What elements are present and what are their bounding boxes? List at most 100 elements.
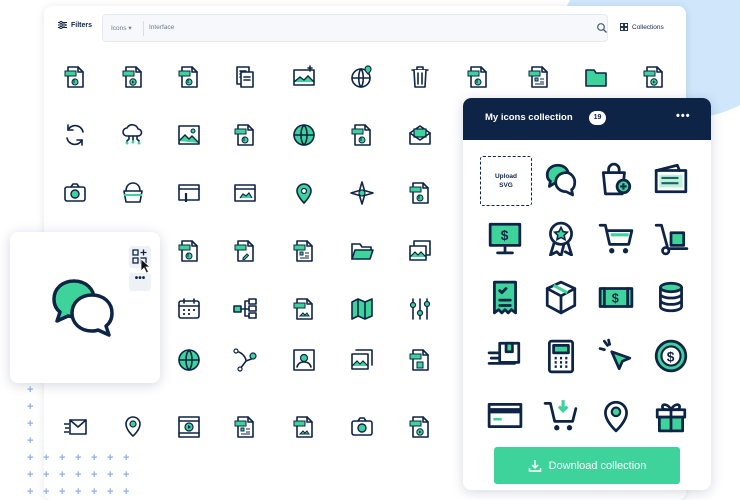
shopping-cart-icon[interactable] bbox=[598, 220, 634, 256]
folder-icon[interactable] bbox=[583, 64, 609, 90]
audio-file-icon[interactable] bbox=[176, 238, 202, 264]
vector-path-icon[interactable] bbox=[232, 347, 258, 373]
cash-icon[interactable]: $ bbox=[598, 279, 634, 315]
sliders-icon[interactable] bbox=[407, 296, 433, 322]
icon-preview-card: ••• bbox=[10, 232, 160, 383]
filters-label: Filters bbox=[71, 21, 93, 29]
toolbar: Filters Icons ▾ Interface Collections bbox=[44, 14, 686, 44]
browser-image-icon[interactable] bbox=[232, 180, 258, 206]
camera-icon[interactable] bbox=[349, 414, 375, 440]
globe-icon[interactable] bbox=[176, 347, 202, 373]
image-file-icon[interactable] bbox=[291, 414, 317, 440]
image-icon[interactable] bbox=[176, 122, 202, 148]
credit-card-icon[interactable] bbox=[487, 397, 523, 433]
dollar-circle-icon[interactable]: $ bbox=[653, 338, 689, 374]
plus-decoration: + bbox=[27, 452, 34, 464]
map-pin-icon[interactable] bbox=[291, 180, 317, 206]
wallet-icon[interactable] bbox=[653, 161, 689, 197]
document-chart-icon[interactable] bbox=[526, 64, 552, 90]
plus-decoration: + bbox=[75, 486, 82, 498]
download-collection-button[interactable]: Download collection bbox=[494, 447, 680, 484]
landscape-image-icon[interactable] bbox=[291, 64, 317, 90]
send-mail-icon[interactable] bbox=[62, 414, 88, 440]
collection-more-button[interactable]: ••• bbox=[676, 110, 691, 122]
hand-truck-icon[interactable] bbox=[653, 220, 689, 256]
audio-file-icon[interactable] bbox=[407, 180, 433, 206]
dollar-monitor-icon[interactable]: $ bbox=[487, 220, 523, 256]
search-input[interactable]: Interface bbox=[149, 24, 174, 31]
cloud-network-icon[interactable] bbox=[120, 122, 146, 148]
type-select[interactable]: Icons ▾ bbox=[111, 24, 132, 32]
plus-decoration: + bbox=[43, 469, 50, 481]
filters-button[interactable]: Filters bbox=[58, 21, 92, 29]
calculator-icon[interactable] bbox=[543, 338, 579, 374]
plus-decoration: + bbox=[43, 486, 50, 498]
collection-title: My icons collection bbox=[485, 112, 573, 123]
upload-svg-button[interactable]: Upload SVG bbox=[480, 156, 532, 206]
plus-decoration: + bbox=[123, 486, 130, 498]
folded-map-icon[interactable] bbox=[349, 296, 375, 322]
documents-icon[interactable] bbox=[232, 64, 258, 90]
mouse-cursor-icon bbox=[140, 258, 152, 274]
fast-delivery-icon[interactable] bbox=[487, 338, 523, 374]
edit-file-icon[interactable] bbox=[232, 238, 258, 264]
gift-icon[interactable] bbox=[653, 397, 689, 433]
collections-button[interactable]: Collections bbox=[620, 23, 664, 31]
plus-decoration: + bbox=[91, 452, 98, 464]
image-gallery-icon[interactable] bbox=[407, 238, 433, 264]
location-pin-icon[interactable] bbox=[120, 414, 146, 440]
chat-bubbles-icon[interactable] bbox=[543, 161, 579, 197]
document-chart-icon[interactable] bbox=[291, 238, 317, 264]
upload-label: Upload bbox=[494, 173, 518, 180]
receipt-icon[interactable] bbox=[487, 279, 523, 315]
document-chart-icon[interactable] bbox=[232, 414, 258, 440]
package-box-icon[interactable] bbox=[543, 279, 579, 315]
calendar-icon[interactable] bbox=[176, 296, 202, 322]
user-profile-icon[interactable] bbox=[291, 347, 317, 373]
globe-pin-icon[interactable] bbox=[349, 64, 375, 90]
sync-icon[interactable] bbox=[62, 122, 88, 148]
plus-decoration: + bbox=[27, 384, 34, 396]
envelope-icon[interactable] bbox=[407, 122, 433, 148]
browser-edit-icon[interactable] bbox=[176, 180, 202, 206]
settings-file-icon[interactable] bbox=[407, 347, 433, 373]
hierarchy-icon[interactable] bbox=[232, 296, 258, 322]
shopping-bag-add-icon[interactable] bbox=[598, 161, 634, 197]
download-label: Download collection bbox=[548, 459, 647, 472]
coin-stack-icon[interactable] bbox=[653, 279, 689, 315]
video-file-icon[interactable] bbox=[120, 64, 146, 90]
award-ribbon-icon[interactable] bbox=[543, 220, 579, 256]
plus-decoration: + bbox=[107, 486, 114, 498]
audio-file-icon[interactable] bbox=[349, 122, 375, 148]
image-file-icon[interactable] bbox=[291, 296, 317, 322]
compass-icon[interactable] bbox=[349, 180, 375, 206]
folder-open-icon[interactable] bbox=[349, 238, 375, 264]
screen: Filters Icons ▾ Interface Collections My… bbox=[0, 0, 740, 500]
location-pin-icon[interactable] bbox=[598, 397, 634, 433]
video-player-icon[interactable] bbox=[176, 414, 202, 440]
collections-label: Collections bbox=[632, 23, 664, 31]
svg-text:$: $ bbox=[501, 228, 509, 243]
pointer-click-icon[interactable] bbox=[598, 338, 634, 374]
svg-text:$: $ bbox=[667, 349, 675, 364]
audio-file-icon[interactable] bbox=[465, 64, 491, 90]
audio-file-icon[interactable] bbox=[62, 64, 88, 90]
video-file-icon[interactable] bbox=[407, 414, 433, 440]
globe-icon[interactable] bbox=[291, 122, 317, 148]
basket-icon[interactable] bbox=[120, 180, 146, 206]
search-icon[interactable] bbox=[596, 22, 608, 34]
plus-decoration: + bbox=[27, 486, 34, 498]
svg-text:$: $ bbox=[612, 291, 619, 305]
plus-decoration: + bbox=[59, 469, 66, 481]
video-file-icon[interactable] bbox=[641, 64, 667, 90]
trash-can-icon[interactable] bbox=[407, 64, 433, 90]
audio-file-icon[interactable] bbox=[176, 64, 202, 90]
card-more-button[interactable]: ••• bbox=[129, 273, 151, 291]
image-stack-icon[interactable] bbox=[349, 347, 375, 373]
collection-header: My icons collection 19 ••• bbox=[463, 98, 711, 140]
camera-icon[interactable] bbox=[62, 180, 88, 206]
plus-decoration: + bbox=[75, 469, 82, 481]
audio-file-icon[interactable] bbox=[232, 122, 258, 148]
cart-download-icon[interactable] bbox=[543, 397, 579, 433]
search-bar[interactable]: Icons ▾ Interface bbox=[102, 14, 608, 42]
